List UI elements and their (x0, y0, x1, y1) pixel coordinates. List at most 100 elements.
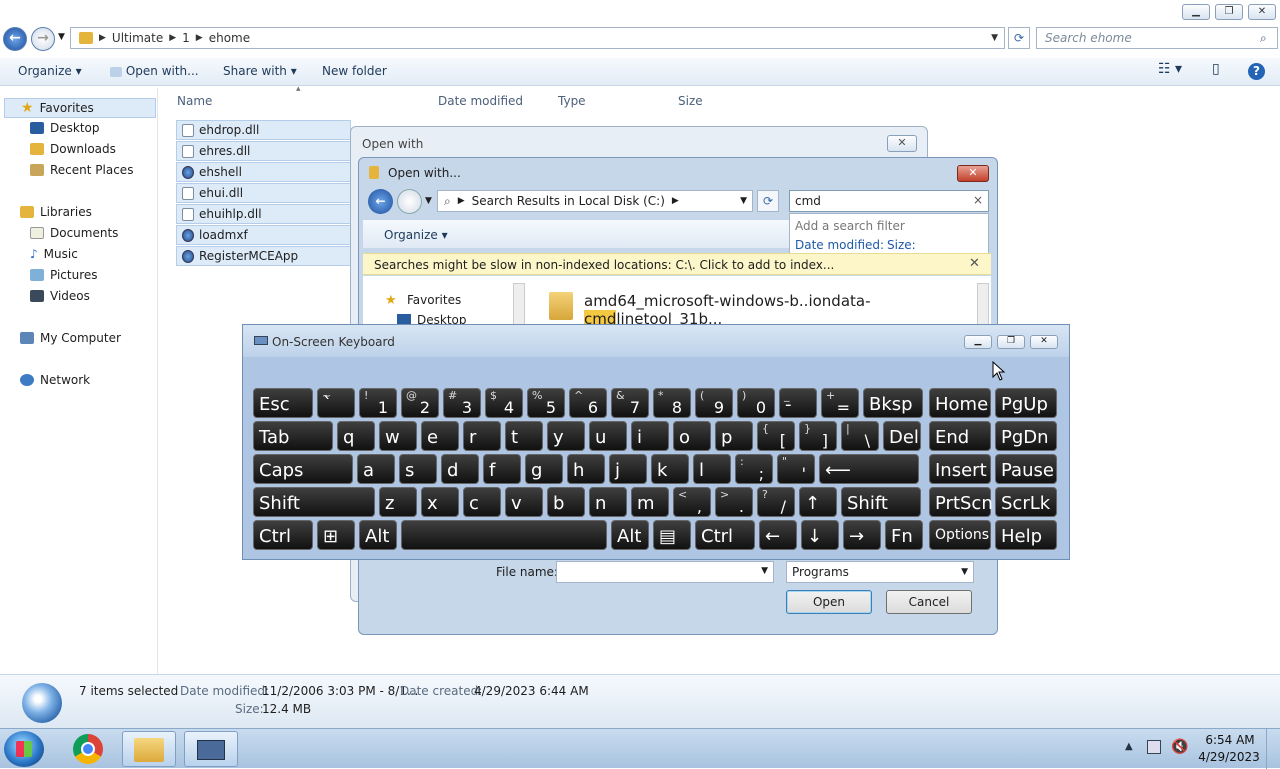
nav-videos[interactable]: Videos (30, 289, 90, 303)
nav-desktop[interactable]: Desktop (30, 121, 100, 135)
key-i[interactable]: i (631, 421, 669, 451)
key-[interactable]: ⟵ (819, 454, 919, 484)
help-icon[interactable]: ? (1248, 63, 1265, 80)
show-hidden-icons[interactable]: ▲ (1125, 741, 1133, 752)
key-[interactable]: → (843, 520, 881, 550)
key-h[interactable]: h (567, 454, 605, 484)
key-3[interactable]: #3 (443, 388, 481, 418)
filetype-select[interactable]: Programs ▼ (786, 561, 974, 583)
key-m[interactable]: m (631, 487, 669, 517)
volume-muted-icon[interactable]: 🔇 (1171, 739, 1188, 755)
key-[interactable]: }] (799, 421, 837, 451)
file-row[interactable]: RegisterMCEApp (176, 246, 351, 266)
nav-favorites[interactable]: ★ Favorites (4, 98, 156, 118)
search-input[interactable]: Search ehome (1036, 27, 1278, 49)
key-insert[interactable]: Insert (929, 454, 991, 484)
key-[interactable]: | \ (841, 421, 879, 451)
open-button[interactable]: Open (786, 590, 872, 614)
key-scrlk[interactable]: ScrLk (995, 487, 1057, 517)
key-[interactable]: + = (821, 388, 859, 418)
key-7[interactable]: & 7 (611, 388, 649, 418)
key-p[interactable]: p (715, 421, 753, 451)
nav-documents[interactable]: Documents (30, 226, 118, 240)
taskbar-chrome[interactable] (62, 731, 116, 767)
key-g[interactable]: g (525, 454, 563, 484)
clear-search-icon[interactable]: × (973, 193, 983, 207)
key-ctrl[interactable]: Ctrl (253, 520, 313, 550)
result-item[interactable]: amd64_microsoft-windows-b..iondata-cmdli… (584, 292, 991, 328)
close-button[interactable]: ✕ (1248, 4, 1276, 20)
key-j[interactable]: j (609, 454, 647, 484)
open-with-button[interactable]: Open with... (110, 64, 199, 78)
key-esc[interactable]: Esc (253, 388, 313, 418)
chevron-down-icon[interactable]: ▼ (761, 566, 768, 576)
key-[interactable]: ▤ (653, 520, 691, 550)
key-a[interactable]: a (357, 454, 395, 484)
show-desktop-button[interactable] (1266, 729, 1280, 769)
key-[interactable]: ? / (757, 487, 795, 517)
key-f[interactable]: f (483, 454, 521, 484)
views-icon[interactable]: ☷ ▾ (1158, 61, 1182, 77)
key-pause[interactable]: Pause (995, 454, 1057, 484)
key-shift[interactable]: Shift (841, 487, 921, 517)
nav-libraries[interactable]: Libraries (20, 205, 92, 219)
back-button[interactable]: ← (3, 27, 27, 51)
history-dropdown[interactable]: ▼ (58, 32, 65, 42)
key-shift[interactable]: Shift (253, 487, 375, 517)
file-row[interactable]: ehdrop.dll (176, 120, 351, 140)
key-[interactable]: {[ (757, 421, 795, 451)
nav-downloads[interactable]: Downloads (30, 142, 116, 156)
minimize-button[interactable]: ▁ (1182, 4, 1210, 20)
filter-size[interactable]: Size: (887, 238, 916, 252)
breadcrumb-item[interactable]: ehome (209, 31, 250, 45)
close-infobar-icon[interactable]: ✕ (969, 256, 980, 271)
file-row[interactable]: ehuihlp.dll (176, 204, 351, 224)
organize-button[interactable]: Organize ▾ (18, 64, 82, 78)
key-[interactable]: " ' (777, 454, 815, 484)
key-9[interactable]: (9 (695, 388, 733, 418)
key-t[interactable]: t (505, 421, 543, 451)
taskbar-osk[interactable] (184, 731, 238, 767)
refresh-button[interactable]: ⟳ (1008, 27, 1030, 49)
key-8[interactable]: * 8 (653, 388, 691, 418)
key-[interactable]: :; (735, 454, 773, 484)
key-caps[interactable]: Caps (253, 454, 353, 484)
key-[interactable]: ⊞ (317, 520, 355, 550)
history-dropdown[interactable]: ▼ (425, 196, 432, 206)
key-bksp[interactable]: Bksp (863, 388, 923, 418)
key-pgdn[interactable]: PgDn (995, 421, 1057, 451)
key-fn[interactable]: Fn (885, 520, 923, 550)
key-n[interactable]: n (589, 487, 627, 517)
key-r[interactable]: r (463, 421, 501, 451)
key-help[interactable]: Help (995, 520, 1057, 550)
filename-input[interactable]: ▼ (556, 561, 774, 583)
key-u[interactable]: u (589, 421, 627, 451)
organize-button[interactable]: Organize ▾ (384, 228, 448, 242)
location-bar[interactable]: ⌕ ▶ Search Results in Local Disk (C:) ▶ ▼ (437, 190, 753, 212)
key-[interactable]: ← (759, 520, 797, 550)
file-row[interactable]: loadmxf (176, 225, 351, 245)
nav-recent-places[interactable]: Recent Places (30, 163, 133, 177)
key-b[interactable]: b (547, 487, 585, 517)
key-6[interactable]: ^ 6 (569, 388, 607, 418)
key-y[interactable]: y (547, 421, 585, 451)
column-size[interactable]: Size (678, 94, 703, 118)
new-folder-button[interactable]: New folder (322, 64, 387, 78)
filter-date-modified[interactable]: Date modified: (795, 238, 884, 252)
key-[interactable]: <, (673, 487, 711, 517)
key-ctrl[interactable]: Ctrl (695, 520, 755, 550)
clock-date[interactable]: 4/29/2023 (1196, 750, 1262, 764)
breadcrumb-item[interactable]: 1 (182, 31, 190, 45)
key-k[interactable]: k (651, 454, 689, 484)
key-x[interactable]: x (421, 487, 459, 517)
key-space[interactable] (401, 520, 607, 550)
index-infobar[interactable]: Searches might be slow in non-indexed lo… (363, 253, 991, 275)
taskbar-explorer[interactable] (122, 731, 176, 767)
file-row[interactable]: ehres.dll (176, 141, 351, 161)
location-text[interactable]: Search Results in Local Disk (C:) (472, 194, 665, 208)
results-scrollbar[interactable] (977, 283, 989, 327)
key-alt[interactable]: Alt (359, 520, 397, 550)
close-button[interactable]: ✕ (957, 165, 989, 182)
key-prtscn[interactable]: PrtScn (929, 487, 993, 517)
file-row[interactable]: ehshell (176, 162, 351, 182)
